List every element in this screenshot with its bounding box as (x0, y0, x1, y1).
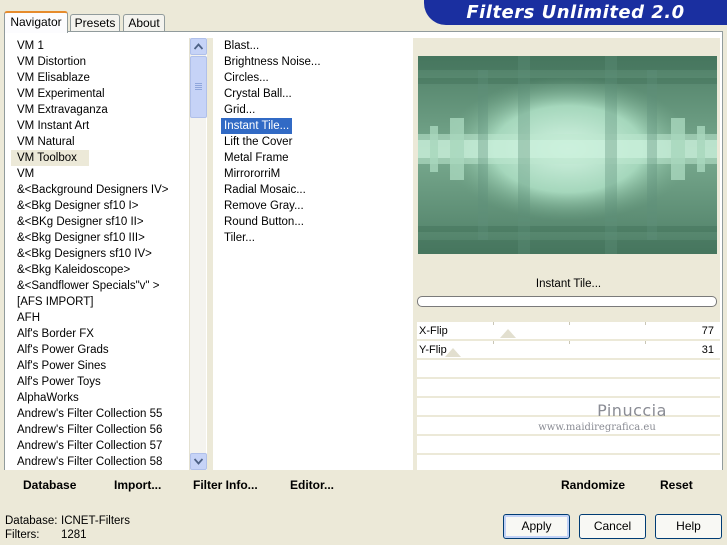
editor-button[interactable]: Editor... (290, 478, 334, 492)
slider-value: 77 (701, 325, 714, 337)
category-item[interactable]: VM Toolbox (11, 150, 89, 166)
filter-list[interactable]: Blast... Brightness Noise... Circles... Cry… (221, 38, 411, 470)
filter-item[interactable]: Circles... (221, 70, 269, 86)
progress-bar (417, 296, 717, 307)
category-item[interactable]: &<Sandflower Specials"v" > (11, 278, 185, 294)
randomize-button[interactable]: Randomize (561, 478, 625, 492)
category-item[interactable]: VM Natural (11, 134, 185, 150)
cancel-button[interactable]: Cancel (579, 514, 646, 539)
category-item[interactable]: &<Bkg Kaleidoscope> (11, 262, 185, 278)
category-item[interactable]: &<Bkg Designer sf10 I> (11, 198, 185, 214)
filter-item[interactable]: Remove Gray... (221, 198, 304, 214)
database-value: ICNET-Filters (61, 515, 130, 527)
category-item[interactable]: VM (11, 166, 185, 182)
filter-item[interactable]: Tiler... (221, 230, 255, 246)
empty-slider-row (417, 360, 720, 379)
apply-button[interactable]: Apply (503, 514, 570, 539)
category-item[interactable]: Andrew's Filter Collection 58 (11, 454, 185, 470)
database-label: Database: (5, 515, 58, 527)
category-item[interactable]: Alf's Power Toys (11, 374, 185, 390)
filter-item[interactable]: Brightness Noise... (221, 54, 321, 70)
category-item[interactable]: Alf's Power Grads (11, 342, 185, 358)
category-item[interactable]: AlphaWorks (11, 390, 185, 406)
current-filter-name: Instant Tile... (535, 278, 602, 290)
category-item[interactable]: &<Bkg Designer sf10 III> (11, 230, 185, 246)
category-item[interactable]: VM Elisablaze (11, 70, 185, 86)
chevron-up-icon (194, 43, 203, 50)
tab-navigator[interactable]: Navigator (4, 11, 68, 33)
tab-about[interactable]: About (123, 14, 165, 32)
filter-item[interactable]: Metal Frame (221, 150, 289, 166)
filter-item[interactable]: MirrororriM (221, 166, 280, 182)
category-item[interactable]: VM Distortion (11, 54, 185, 70)
filter-item[interactable]: Round Button... (221, 214, 304, 230)
x-flip-slider[interactable]: X-Flip 77 (417, 322, 720, 341)
category-item[interactable]: Andrew's Filter Collection 57 (11, 438, 185, 454)
category-item[interactable]: VM Instant Art (11, 118, 185, 134)
title-banner: Filters Unlimited 2.0 (424, 0, 727, 25)
category-item[interactable]: VM Extravaganza (11, 102, 185, 118)
empty-slider-row (417, 379, 720, 398)
filter-item[interactable]: Blast... (221, 38, 259, 54)
scroll-thumb[interactable] (190, 56, 207, 118)
watermark-url: www.maidiregrafica.eu (538, 422, 656, 433)
category-item[interactable]: Andrew's Filter Collection 55 (11, 406, 185, 422)
category-scrollbar[interactable] (189, 38, 207, 470)
category-item[interactable]: [AFS IMPORT] (11, 294, 185, 310)
help-button[interactable]: Help (655, 514, 722, 539)
category-item[interactable]: Andrew's Filter Collection 56 (11, 422, 185, 438)
watermark-name: Pinuccia (597, 401, 667, 420)
tab-presets[interactable]: Presets (70, 14, 120, 32)
app-title: Filters Unlimited 2.0 (466, 2, 685, 23)
filter-item[interactable]: Radial Mosaic... (221, 182, 306, 198)
parameters-pane: Instant Tile... X-Flip 77 Y-Flip 31 Pinu… (417, 38, 720, 474)
category-item[interactable]: AFH (11, 310, 185, 326)
preview-image (418, 56, 717, 254)
scroll-up-button[interactable] (190, 38, 207, 55)
category-item[interactable]: &<BKg Designer sf10 II> (11, 214, 185, 230)
filter-info-button[interactable]: Filter Info... (193, 478, 258, 492)
category-item[interactable]: &<Bkg Designers sf10 IV> (11, 246, 185, 262)
database-button[interactable]: Database (23, 478, 76, 492)
category-item[interactable]: VM Experimental (11, 86, 185, 102)
filter-item[interactable]: Grid... (221, 102, 255, 118)
bottom-toolbar: Database Import... Filter Info... Editor… (4, 470, 723, 500)
parameter-sliders: X-Flip 77 Y-Flip 31 (417, 322, 720, 474)
slider-value: 31 (701, 344, 714, 356)
filters-label: Filters: (5, 529, 40, 541)
category-item[interactable]: Alf's Power Sines (11, 358, 185, 374)
slider-thumb[interactable] (500, 329, 516, 338)
navigator-panel: VM 1 VM Distortion VM Elisablaze VM Experim… (4, 31, 723, 500)
category-list[interactable]: VM 1 VM Distortion VM Elisablaze VM Experim… (11, 38, 185, 470)
category-item[interactable]: Alf's Border FX (11, 326, 185, 342)
chevron-down-icon (194, 458, 203, 465)
slider-label: Y-Flip (419, 344, 447, 356)
y-flip-slider[interactable]: Y-Flip 31 (417, 341, 720, 360)
empty-slider-row (417, 436, 720, 455)
slider-thumb[interactable] (445, 348, 461, 357)
reset-button[interactable]: Reset (660, 478, 693, 492)
filter-item[interactable]: Lift the Cover (221, 134, 292, 150)
category-item[interactable]: VM 1 (11, 38, 185, 54)
category-item[interactable]: &<Background Designers IV> (11, 182, 185, 198)
filters-count: 1281 (61, 529, 87, 541)
status-info: Database: ICNET-Filters Filters: 1281 (5, 514, 130, 542)
filter-item[interactable]: Crystal Ball... (221, 86, 292, 102)
import-button[interactable]: Import... (114, 478, 161, 492)
slider-label: X-Flip (419, 325, 448, 337)
scroll-down-button[interactable] (190, 453, 207, 470)
filter-item[interactable]: Instant Tile... (221, 118, 293, 134)
pane-divider[interactable] (207, 38, 213, 470)
